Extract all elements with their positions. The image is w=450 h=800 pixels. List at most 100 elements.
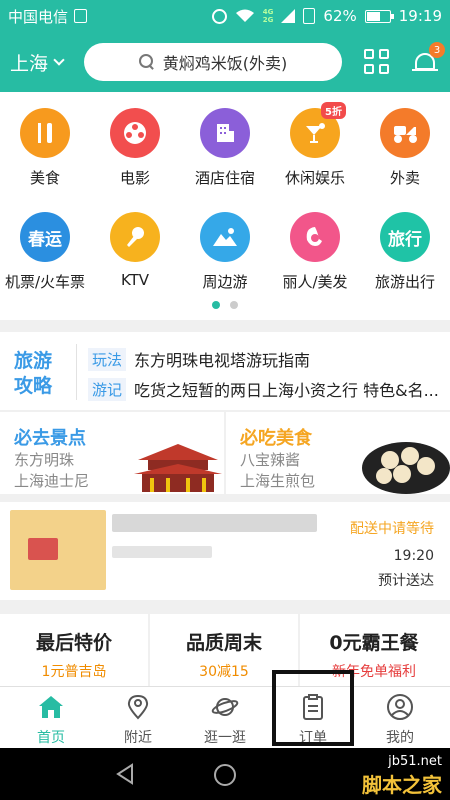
cocktail-icon: 5折 [290,102,346,158]
travel-icon: 旅行 [380,212,430,262]
tab-profile[interactable]: 我的 [355,687,445,749]
strategy-item[interactable]: 玩法 东方明珠电视塔游玩指南 [88,347,443,371]
battery-icon [364,9,394,23]
cutlery-icon [20,108,70,158]
wifi-icon [235,9,254,22]
must-eat-item: 八宝辣酱 [240,451,301,469]
back-icon[interactable] [114,762,136,786]
microphone-icon [110,212,160,262]
category-nearby-travel[interactable]: 周边游 [180,212,270,292]
network-2g-label: 2G [262,16,274,24]
orders-tab-highlight [272,670,354,746]
category-travel[interactable]: 旅行 旅游出行 [360,212,450,292]
order-detail-redacted [112,546,212,558]
delivery-scooter-icon [380,108,430,158]
order-time: 19:20 [393,548,434,564]
city-name: 上海 [10,52,49,75]
must-eat-card[interactable]: 必吃美食 八宝辣酱 上海生煎包 [226,412,450,494]
phone-icon [303,8,316,24]
category-movie[interactable]: 电影 [90,108,180,188]
dumplings-image [362,442,450,494]
category-label: 机票/火车票 [4,273,86,291]
watermark-url: jb51.net [388,754,442,769]
tab-home[interactable]: 首页 [6,687,96,749]
qr-code-icon [364,49,374,59]
home-icon [39,696,63,718]
clock-time: 19:19 [398,7,442,25]
order-thumbnail [10,510,106,590]
qr-code-scan-button[interactable] [364,49,390,75]
strategy-tag: 玩法 [88,347,127,371]
notification-badge: 3 [429,42,445,58]
home-button-icon[interactable] [212,762,238,788]
order-status: 配送中请等待 [350,521,434,537]
notification-button[interactable]: 3 [412,42,445,76]
user-icon [387,694,413,720]
category-takeout[interactable]: 外卖 [360,108,450,188]
category-label: 旅游出行 [374,273,435,291]
category-food[interactable]: 美食 [0,108,90,188]
category-icon-text: 春运 [28,229,62,250]
strategy-text: 吃货之短暂的两日上海小资之行 特色&名... [134,381,439,400]
strategy-item[interactable]: 游记 吃货之短暂的两日上海小资之行 特色&名... [88,377,443,401]
category-label: 外卖 [389,169,420,187]
alarm-clock-icon [211,8,227,24]
strategy-title[interactable]: 旅游 攻略 [14,349,58,399]
current-order-card[interactable]: 配送中请等待 19:20 预计送达 [0,502,450,600]
category-label: 休闲娱乐 [284,169,345,187]
tab-label: 首页 [37,730,65,746]
deal-last-special[interactable]: 最后特价 1元普吉岛 [0,614,148,686]
category-label: KTV [120,271,150,289]
tab-nearby[interactable]: 附近 [93,687,183,749]
tab-explore[interactable]: 逛一逛 [180,687,270,749]
search-bar[interactable]: 黄焖鸡米饭(外卖) [84,43,342,81]
order-thumbnail-detail [28,538,58,560]
page-dot [212,301,220,309]
watermark: jb51.net 脚本之家 [362,754,442,798]
category-hotel[interactable]: 酒店住宿 [180,108,270,188]
film-reel-icon [110,108,160,158]
signal-strength-icon [281,9,296,23]
hotel-icon [200,108,250,158]
must-go-item: 东方明珠 [14,451,75,469]
category-icon-text: 旅行 [388,229,422,250]
carrier-label: 中国电信 [8,7,69,26]
must-go-title: 必去景点 [14,428,86,449]
discount-badge: 5折 [321,102,346,119]
woman-icon [290,212,340,262]
chevron-down-icon [53,54,65,66]
order-eta-label: 预计送达 [378,573,434,589]
must-eat-title: 必吃美食 [240,428,312,449]
order-title-redacted [112,514,317,532]
page-indicator [0,301,450,309]
tab-label: 我的 [386,730,414,746]
divider [76,344,77,400]
deal-title: 最后特价 [35,632,112,654]
category-flight-train[interactable]: 春运 机票/火车票 [0,212,90,292]
battery-level-fill [366,11,380,21]
must-eat-item: 上海生煎包 [240,472,316,490]
category-leisure[interactable]: 5折 休闲娱乐 [270,102,360,188]
city-selector[interactable]: 上海 [10,49,82,76]
strategy-tag: 游记 [88,377,127,401]
location-pin-icon [127,694,149,720]
category-ktv[interactable]: KTV [90,212,180,289]
network-type-indicator: 4G 2G [263,8,274,24]
strategy-title-line: 攻略 [14,375,53,397]
status-bar: 中国电信 4G 2G 62% 19:19 [0,0,450,32]
tab-label: 附近 [124,730,152,746]
category-beauty[interactable]: 丽人/美发 [270,212,360,292]
category-label: 美食 [29,169,60,187]
strategy-title-line: 旅游 [14,350,53,372]
recommendation-section: 必去景点 东方明珠 上海迪士尼 必吃美食 八宝辣酱 上海生煎包 [0,412,450,494]
must-go-card[interactable]: 必去景点 东方明珠 上海迪士尼 [0,412,224,494]
app-header: 上海 黄焖鸡米饭(外卖) 3 [0,32,450,92]
tab-label: 逛一逛 [204,730,246,746]
category-label: 周边游 [202,273,248,291]
pagoda-image [134,444,222,492]
network-4g-label: 4G [262,8,274,16]
deal-title: 0元霸王餐 [329,632,419,654]
bottom-tab-bar: 首页 附近 逛一逛 订单 我的 [0,686,450,748]
search-icon [138,54,155,70]
strategy-text: 东方明珠电视塔游玩指南 [134,351,311,370]
